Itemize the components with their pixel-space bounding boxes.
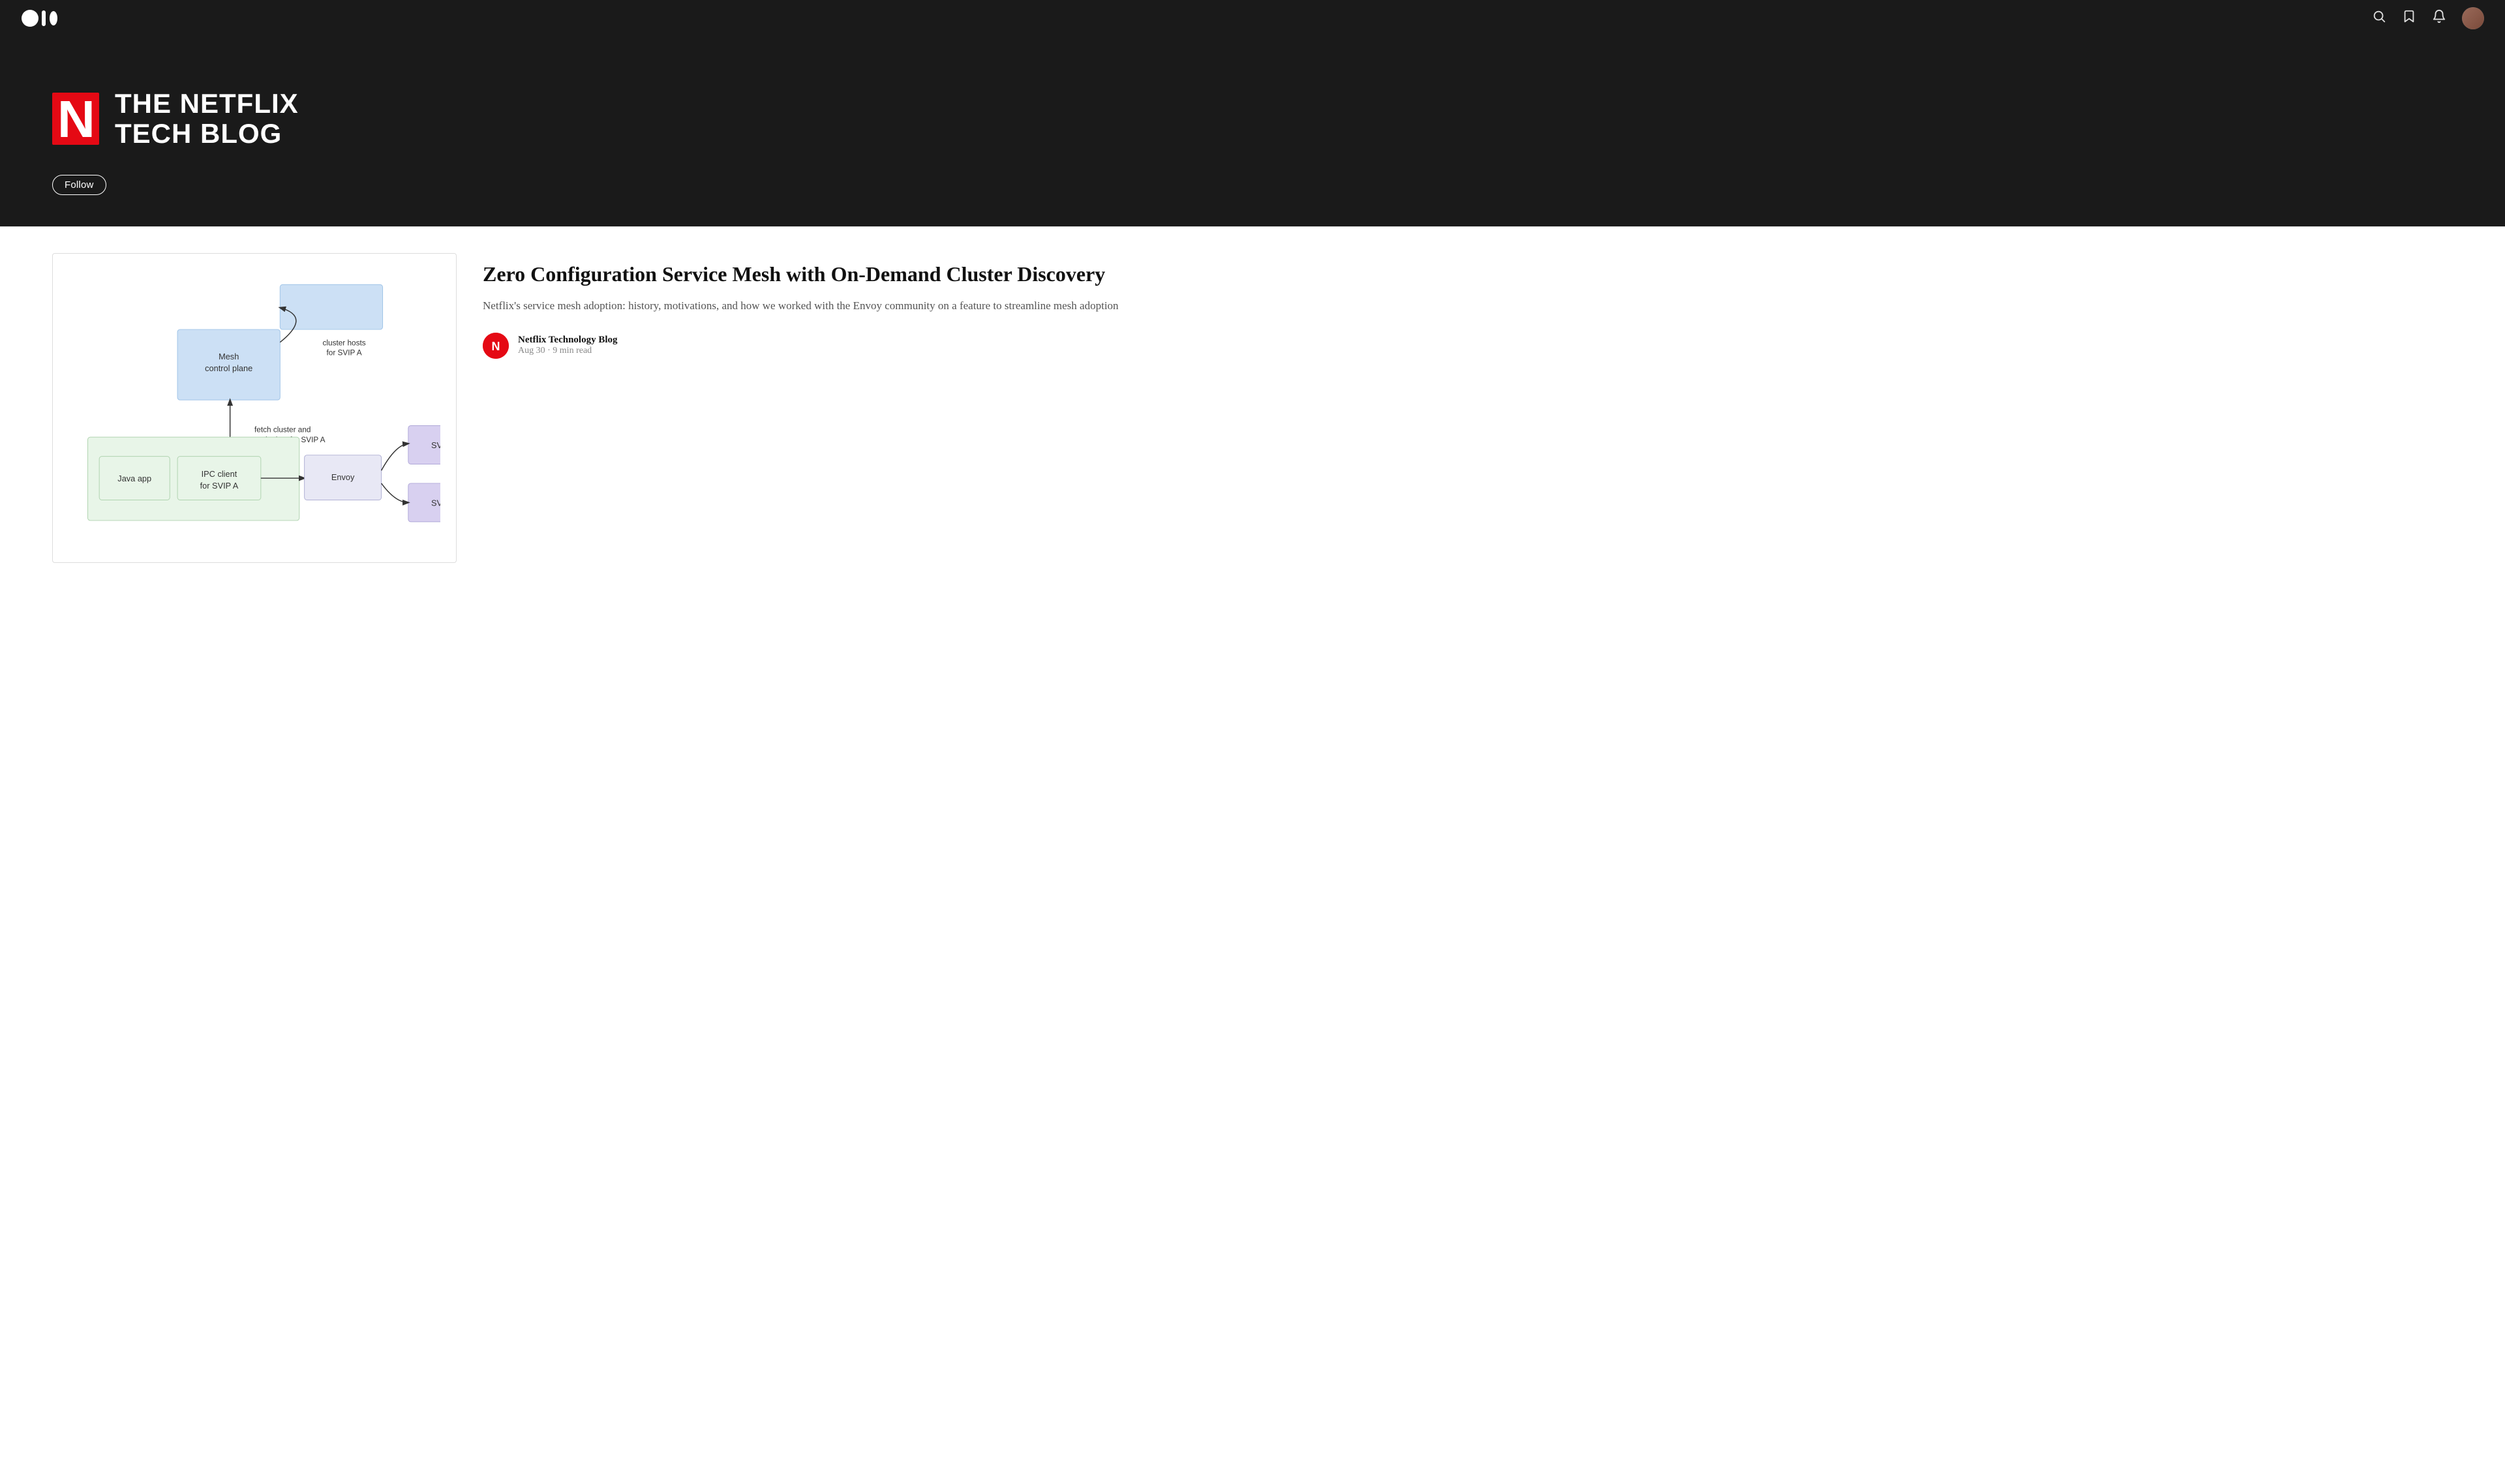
top-navigation (0, 0, 2505, 37)
article-title: Zero Configuration Service Mesh with On-… (483, 261, 2453, 287)
author-row: N Netflix Technology Blog Aug 30 · 9 min… (483, 333, 2453, 359)
svg-text:N: N (57, 93, 95, 145)
follow-button[interactable]: Follow (52, 175, 106, 195)
svg-text:SVIP A host: SVIP A host (431, 498, 440, 508)
article-diagram: Mesh control plane cluster hosts for SVI… (52, 253, 457, 563)
netflix-logo-icon: N (52, 93, 99, 145)
svg-text:fetch cluster and: fetch cluster and (254, 426, 311, 434)
article-date: Aug 30 · 9 min read (518, 346, 618, 356)
svg-text:SVIP A host: SVIP A host (431, 440, 440, 450)
avatar[interactable] (2462, 7, 2484, 29)
author-name: Netflix Technology Blog (518, 335, 618, 346)
svg-text:cluster hosts: cluster hosts (323, 339, 366, 348)
article-subtitle: Netflix's service mesh adoption: history… (483, 297, 2453, 314)
svg-text:IPC client: IPC client (202, 469, 237, 479)
diagram-svg: Mesh control plane cluster hosts for SVI… (68, 269, 440, 543)
article-meta: Zero Configuration Service Mesh with On-… (483, 253, 2453, 359)
nav-right-icons (2372, 7, 2484, 29)
medium-logo-icon (21, 8, 57, 29)
svg-text:N: N (492, 340, 500, 353)
svg-text:control plane: control plane (205, 363, 252, 373)
svg-text:for SVIP A: for SVIP A (327, 349, 362, 357)
svg-text:Mesh: Mesh (219, 352, 239, 362)
bookmark-icon[interactable] (2402, 9, 2416, 27)
brand-logo-area: N THE NETFLIX TECH BLOG (52, 89, 299, 149)
svg-text:Java app: Java app (117, 474, 151, 483)
svg-text:for SVIP A: for SVIP A (200, 481, 239, 491)
author-info: Netflix Technology Blog Aug 30 · 9 min r… (518, 335, 618, 356)
hero-banner: N THE NETFLIX TECH BLOG Follow (0, 37, 2505, 226)
nav-logo[interactable] (21, 8, 57, 29)
blog-title: THE NETFLIX TECH BLOG (115, 89, 299, 149)
svg-text:Envoy: Envoy (331, 472, 355, 482)
search-icon[interactable] (2372, 9, 2386, 27)
author-avatar-icon: N (483, 333, 509, 359)
bell-icon[interactable] (2432, 9, 2446, 27)
article-section: Mesh control plane cluster hosts for SVI… (0, 227, 2505, 589)
